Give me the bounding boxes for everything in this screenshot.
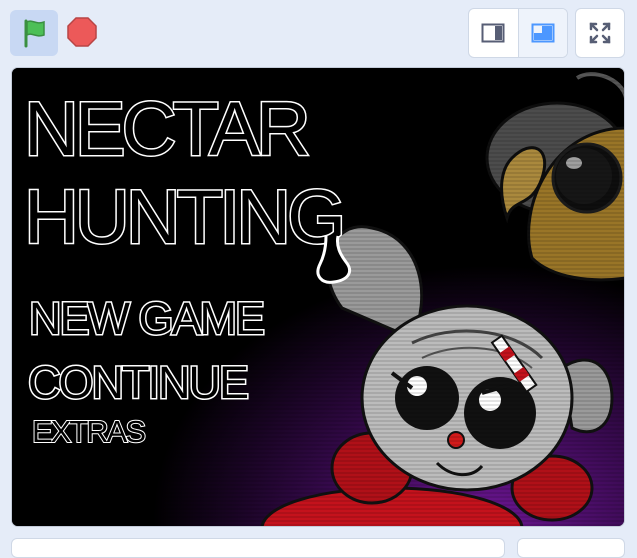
game-stage[interactable]: NECTAR HUNTING NEW GAME CONTINUE EXTRAS xyxy=(11,67,625,527)
stage-header xyxy=(0,0,637,66)
fullscreen-icon xyxy=(589,22,611,44)
stop-button[interactable] xyxy=(64,14,100,50)
sprite-info-panel xyxy=(11,538,505,558)
stop-icon xyxy=(67,17,97,47)
stage-size-toggle xyxy=(468,8,568,58)
new-game-button[interactable]: NEW GAME xyxy=(27,295,266,343)
small-stage-button[interactable] xyxy=(469,9,519,57)
green-flag-icon xyxy=(24,19,45,48)
game-title-line1: NECTAR xyxy=(23,87,313,172)
stage-panel xyxy=(517,538,625,558)
small-stage-icon xyxy=(481,23,505,43)
honey-drip-icon xyxy=(316,235,351,284)
game-title-line2: HUNTING xyxy=(22,175,347,260)
normal-stage-icon xyxy=(531,23,555,43)
extras-button[interactable]: EXTRAS xyxy=(31,415,147,448)
green-flag-button[interactable] xyxy=(10,10,58,56)
fullscreen-button[interactable] xyxy=(575,8,625,58)
continue-button[interactable]: CONTINUE xyxy=(27,359,251,407)
normal-stage-button[interactable] xyxy=(518,9,567,57)
